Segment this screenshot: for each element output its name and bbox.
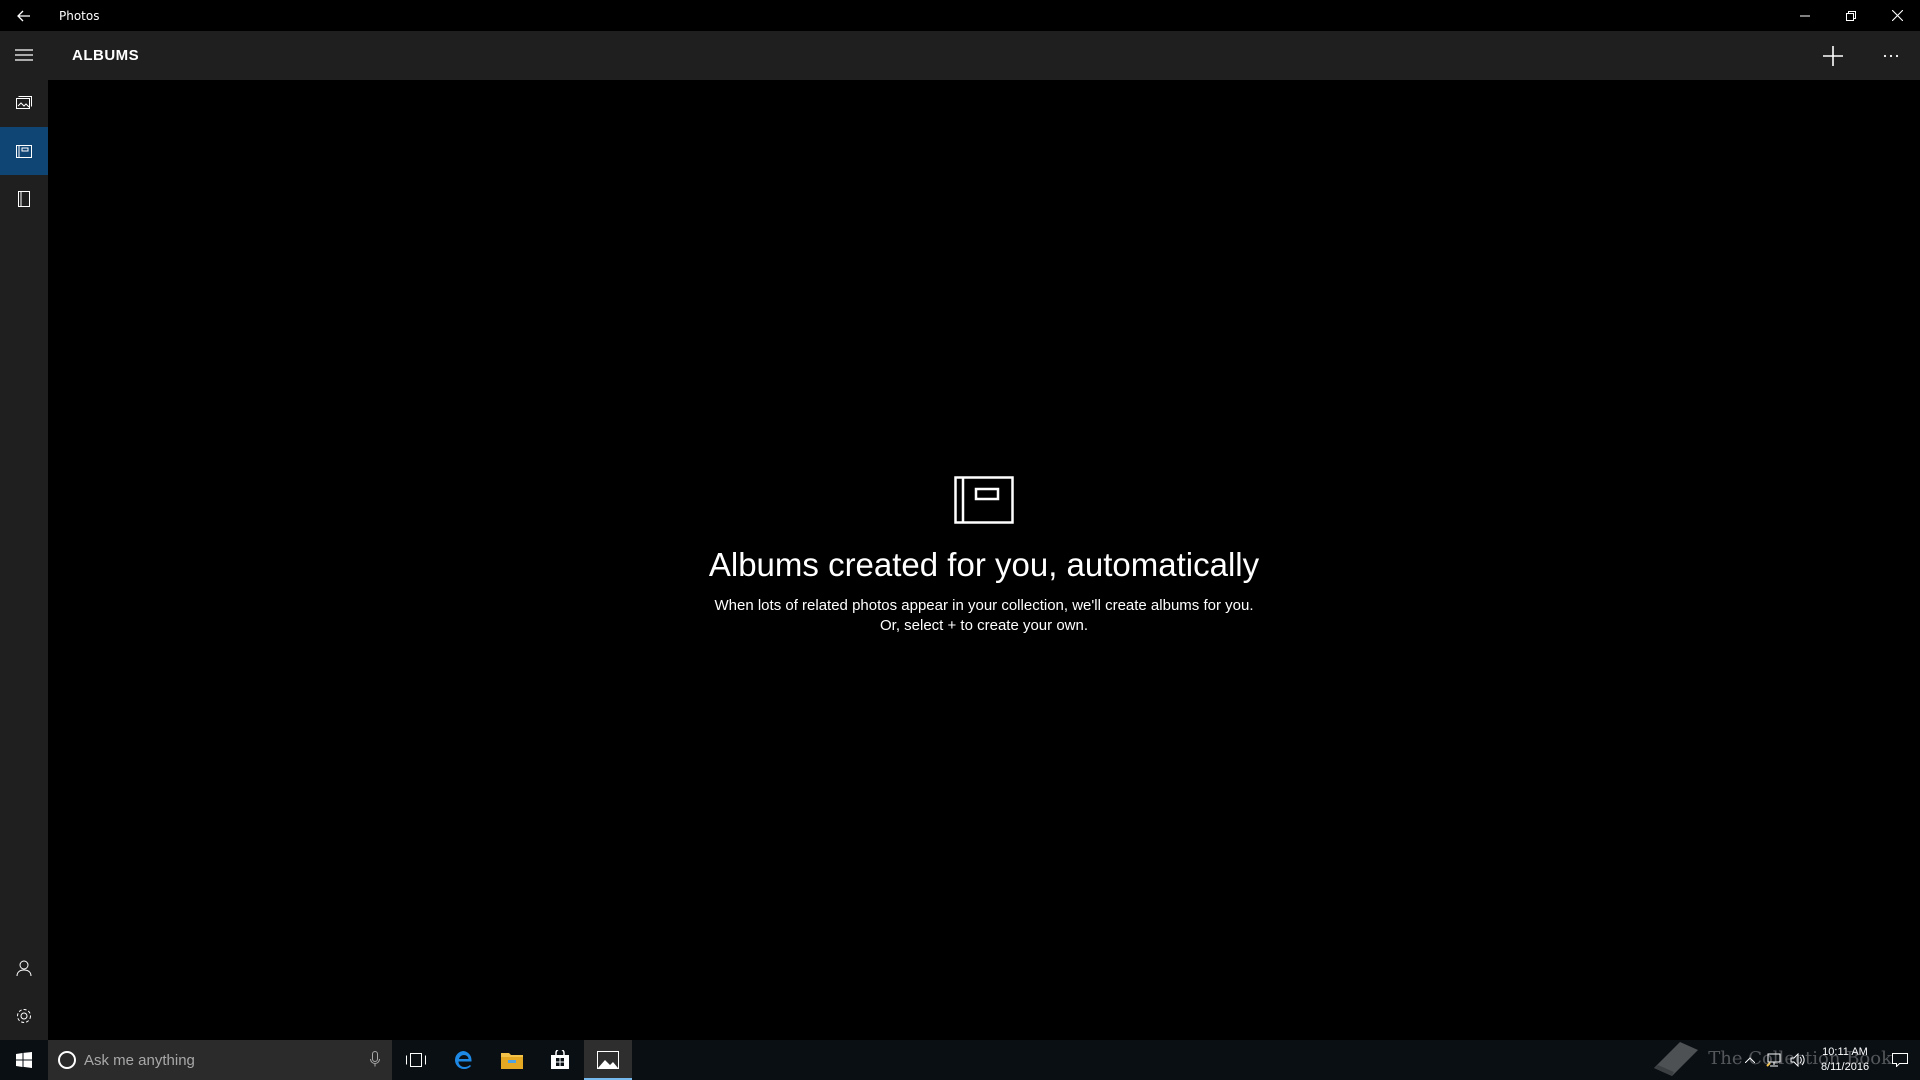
edge-taskbar-button[interactable] bbox=[440, 1040, 488, 1080]
store-taskbar-button[interactable] bbox=[536, 1040, 584, 1080]
restore-icon bbox=[1846, 10, 1856, 21]
more-options-button[interactable] bbox=[1862, 31, 1920, 80]
page-title: ALBUMS bbox=[72, 47, 140, 64]
notification-icon bbox=[1892, 1053, 1908, 1067]
hamburger-menu-button[interactable] bbox=[0, 31, 48, 79]
settings-button[interactable] bbox=[0, 992, 48, 1040]
taskbar-clock[interactable]: 10:11 AM 8/11/2016 bbox=[1810, 1045, 1880, 1075]
header-actions bbox=[1804, 31, 1920, 80]
minimize-icon bbox=[1800, 15, 1810, 16]
window-title: Photos bbox=[59, 8, 100, 23]
title-bar: Photos bbox=[0, 0, 1920, 31]
photos-taskbar-button[interactable] bbox=[584, 1040, 632, 1080]
start-button[interactable] bbox=[0, 1040, 48, 1080]
nav-folders[interactable] bbox=[0, 175, 48, 223]
windows-logo-icon bbox=[16, 1052, 32, 1068]
system-tray: 10:11 AM 8/11/2016 bbox=[1738, 1040, 1920, 1080]
empty-state: Albums created for you, automatically Wh… bbox=[48, 80, 1920, 1040]
close-icon bbox=[1891, 10, 1903, 21]
taskbar: Ask me anything 10:11 AM 8/11/2016 The C… bbox=[0, 1040, 1920, 1080]
collection-icon bbox=[16, 96, 32, 109]
empty-state-message: When lots of related photos appear in yo… bbox=[715, 596, 1254, 636]
photos-app-screen: Photos ALBUMS Albums created for you, au… bbox=[0, 0, 1920, 1080]
rail-bottom bbox=[0, 944, 48, 1040]
file-explorer-taskbar-button[interactable] bbox=[488, 1040, 536, 1080]
photos-icon bbox=[597, 1051, 619, 1069]
minimize-button[interactable] bbox=[1782, 0, 1828, 31]
settings-icon bbox=[17, 1009, 31, 1023]
nav-collection[interactable] bbox=[0, 79, 48, 127]
chevron-up-icon bbox=[1745, 1057, 1755, 1063]
microphone-icon[interactable] bbox=[370, 1051, 380, 1067]
navigation-rail bbox=[0, 31, 48, 1040]
file-explorer-icon bbox=[501, 1053, 523, 1069]
clock-date: 8/11/2016 bbox=[1820, 1061, 1870, 1073]
page-header: ALBUMS bbox=[48, 31, 1920, 80]
add-icon bbox=[1823, 45, 1843, 66]
add-album-button[interactable] bbox=[1804, 31, 1862, 80]
account-icon bbox=[16, 960, 32, 976]
window-controls bbox=[1782, 0, 1920, 31]
cortana-search-box[interactable]: Ask me anything bbox=[48, 1040, 392, 1080]
restore-button[interactable] bbox=[1828, 0, 1874, 31]
volume-icon bbox=[1790, 1053, 1805, 1067]
nav-albums[interactable] bbox=[0, 127, 48, 175]
album-icon bbox=[954, 476, 1014, 524]
action-center-button[interactable] bbox=[1880, 1040, 1920, 1080]
albums-icon bbox=[16, 144, 32, 158]
empty-state-line-2: Or, select + to create your own. bbox=[879, 617, 1088, 634]
network-icon bbox=[1766, 1053, 1781, 1067]
more-icon bbox=[1883, 54, 1899, 57]
search-placeholder: Ask me anything bbox=[84, 1051, 195, 1069]
account-button[interactable] bbox=[0, 944, 48, 992]
task-view-icon bbox=[406, 1053, 426, 1067]
task-view-button[interactable] bbox=[392, 1040, 440, 1080]
clock-time: 10:11 AM bbox=[1822, 1046, 1868, 1058]
close-button[interactable] bbox=[1874, 0, 1920, 31]
volume-button[interactable] bbox=[1786, 1040, 1810, 1080]
network-button[interactable] bbox=[1762, 1040, 1786, 1080]
book-icon bbox=[1654, 1042, 1699, 1076]
hamburger-icon bbox=[15, 49, 33, 61]
edge-icon bbox=[455, 1051, 472, 1069]
empty-state-heading: Albums created for you, automatically bbox=[708, 546, 1260, 583]
store-icon bbox=[551, 1050, 569, 1069]
show-hidden-icons-button[interactable] bbox=[1738, 1040, 1762, 1080]
cortana-icon bbox=[58, 1051, 76, 1069]
back-button[interactable] bbox=[0, 0, 48, 31]
folders-icon bbox=[18, 191, 30, 207]
back-arrow-icon bbox=[17, 10, 30, 21]
empty-state-line-1: When lots of related photos appear in yo… bbox=[714, 597, 1254, 614]
